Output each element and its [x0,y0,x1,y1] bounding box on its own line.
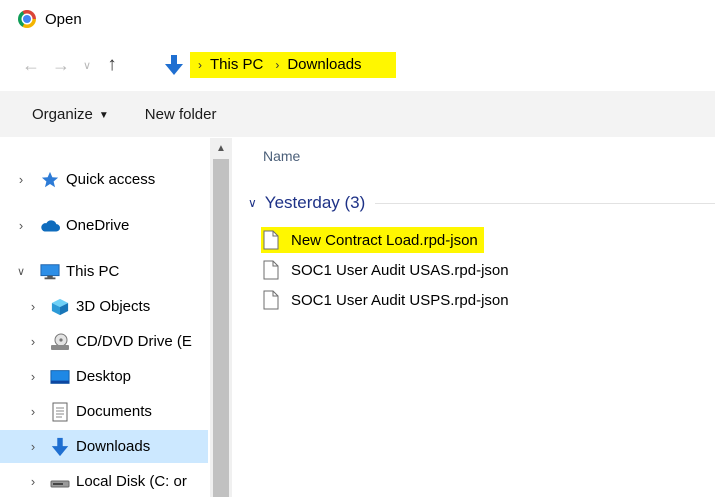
chrome-icon [18,10,36,28]
sidebar-item-label: Documents [76,403,152,420]
downloads-arrow-icon [50,437,70,457]
file-icon [261,229,281,251]
desktop-icon [50,367,70,387]
file-item-new-contract-load[interactable]: New Contract Load.rpd-json [261,227,484,253]
sidebar-item-label: CD/DVD Drive (E [76,333,192,350]
group-header-yesterday[interactable]: ∨ Yesterday (3) [248,190,715,216]
up-button[interactable]: ↑ [98,54,126,76]
forward-button[interactable]: → [46,55,76,76]
file-name: New Contract Load.rpd-json [291,231,478,249]
sidebar-item-this-pc[interactable]: ∨ This PC [0,255,208,288]
breadcrumb-chevron-icon: › [275,57,280,72]
window-title: Open [45,10,82,28]
sidebar-scrollbar[interactable]: ▲ [210,138,232,497]
sidebar-item-onedrive[interactable]: › OneDrive [0,209,208,242]
cube-icon [50,297,70,317]
breadcrumb-downloads[interactable]: Downloads [287,56,361,73]
organize-button[interactable]: Organize ▼ [32,106,109,123]
chevron-right-icon[interactable]: › [26,334,40,349]
sidebar-item-desktop[interactable]: › Desktop [0,360,208,393]
address-breadcrumb: › This PC › Downloads [190,51,396,78]
document-icon [50,402,70,422]
chevron-down-icon[interactable]: ∨ [248,196,257,210]
disc-drive-icon [50,332,70,352]
monitor-icon [40,262,60,282]
sidebar-item-downloads[interactable]: › Downloads [0,430,208,463]
scrollbar-thumb[interactable] [213,159,229,497]
title-bar: Open [0,0,715,38]
group-divider [375,202,715,204]
file-icon [261,289,281,311]
chevron-right-icon[interactable]: › [26,299,40,314]
recent-locations-button[interactable]: ∨ [76,59,98,72]
sidebar-item-documents[interactable]: › Documents [0,395,208,428]
sidebar-item-label: 3D Objects [76,298,151,315]
file-item-soc1-user-audit-usps[interactable]: SOC1 User Audit USPS.rpd-json [261,287,509,313]
sidebar-item-label: Downloads [76,438,151,455]
chevron-right-icon[interactable]: › [26,439,40,454]
chevron-right-icon[interactable]: › [14,218,28,233]
file-list: Name ∨ Yesterday (3) New Contract Load.r… [232,138,715,497]
back-button[interactable]: ← [16,55,46,76]
navigation-pane: › Quick access › OneDrive ∨ This PC › 3D… [0,138,232,497]
sidebar-item-label: Desktop [76,368,132,385]
chevron-right-icon[interactable]: › [26,369,40,384]
sidebar-item-cd-dvd-drive[interactable]: › CD/DVD Drive (E [0,325,208,358]
chevron-down-icon[interactable]: ∨ [14,265,28,278]
sidebar-item-label: Local Disk (C: or [76,473,187,490]
chevron-right-icon[interactable]: › [14,172,28,187]
breadcrumb-this-pc[interactable]: This PC [210,56,263,73]
sidebar-item-label: OneDrive [66,217,130,234]
organize-label: Organize [32,105,93,123]
navigation-bar: ← → ∨ ↑ › This PC › Downloads [0,42,715,88]
sidebar-item-local-disk[interactable]: › Local Disk (C: or [0,465,208,497]
chevron-right-icon[interactable]: › [26,404,40,419]
downloads-arrow-icon [162,52,186,78]
breadcrumb-chevron-icon: › [198,57,202,72]
new-folder-button[interactable]: New folder [145,106,217,123]
sidebar-item-quick-access[interactable]: › Quick access [0,163,208,196]
sidebar-item-label: This PC [66,263,120,280]
scroll-up-arrow-icon[interactable]: ▲ [210,140,232,158]
file-item-soc1-user-audit-usas[interactable]: SOC1 User Audit USAS.rpd-json [261,257,509,283]
file-name: SOC1 User Audit USPS.rpd-json [291,291,509,309]
cloud-icon [40,216,60,236]
file-name: SOC1 User Audit USAS.rpd-json [291,261,509,279]
hard-disk-icon [50,472,70,492]
chevron-right-icon[interactable]: › [26,474,40,489]
command-bar: Organize ▼ New folder [0,91,715,137]
star-icon [40,170,60,190]
group-label: Yesterday (3) [264,193,366,212]
address-bar[interactable]: › This PC › Downloads [162,49,715,80]
column-header-name[interactable]: Name [263,148,300,164]
file-icon [261,259,281,281]
sidebar-item-3d-objects[interactable]: › 3D Objects [0,290,208,323]
caret-down-icon: ▼ [98,109,109,121]
sidebar-item-label: Quick access [66,171,156,188]
